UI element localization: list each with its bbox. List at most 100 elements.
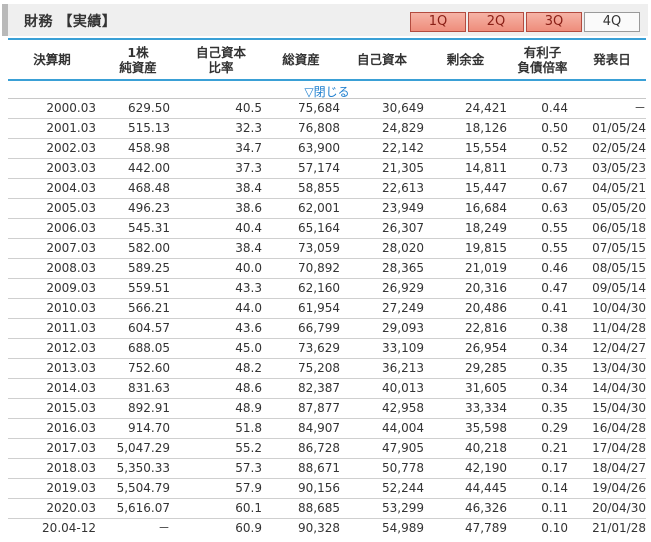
- header-fiscal-period: 決算期: [33, 52, 71, 67]
- cell-bps: 5,350.33: [116, 461, 170, 475]
- cell-retained-earnings: 42,190: [465, 461, 507, 475]
- cell-bps: 458.98: [128, 141, 170, 155]
- cell-bps: 5,504.79: [116, 481, 170, 495]
- cell-equity: 22,142: [382, 141, 424, 155]
- table-row: 2005.03 496.23 38.6 62,001 23,949 16,684 0.63 0…: [8, 199, 646, 219]
- cell-bps: 515.13: [128, 121, 170, 135]
- table-row: 2016.03 914.70 51.8 84,907 44,004 35,598 0.29 1…: [8, 419, 646, 439]
- cell-bps: 496.23: [128, 201, 170, 215]
- cell-bps: 914.70: [128, 421, 170, 435]
- cell-announce-date: 14/04/30: [592, 381, 646, 395]
- cell-equity-ratio: 55.2: [235, 441, 262, 455]
- cell-equity-ratio: 38.4: [235, 241, 262, 255]
- cell-fiscal-period: 2009.03: [46, 281, 96, 295]
- cell-fiscal-period: 2005.03: [46, 201, 96, 215]
- cell-debt-ratio: 0.67: [541, 181, 568, 195]
- cell-debt-ratio: 0.10: [541, 521, 568, 535]
- cell-debt-ratio: 0.41: [541, 301, 568, 315]
- cell-equity: 22,613: [382, 181, 424, 195]
- cell-announce-date: 17/04/28: [592, 441, 646, 455]
- table-row: 2018.03 5,350.33 57.3 88,671 50,778 42,190 0.1…: [8, 459, 646, 479]
- table-row: 2010.03 566.21 44.0 61,954 27,249 20,486 0.41 1…: [8, 299, 646, 319]
- header-equity: 自己資本: [356, 52, 407, 67]
- cell-announce-date: 18/04/27: [592, 461, 646, 475]
- cell-announce-date: 20/04/30: [592, 501, 646, 515]
- cell-equity-ratio: 43.6: [235, 321, 262, 335]
- cell-equity-ratio: 48.9: [235, 401, 262, 415]
- table-row: 2019.03 5,504.79 57.9 90,156 52,244 44,445 0.1…: [8, 479, 646, 499]
- cell-announce-date: 05/05/20: [592, 201, 646, 215]
- cell-fiscal-period: 2011.03: [46, 321, 96, 335]
- cell-total-assets: 87,877: [298, 401, 340, 415]
- cell-bps: 629.50: [128, 101, 170, 115]
- table-row: 20.04-12 － 60.9 90,328 54,989 47,789 0.10 21/01…: [8, 519, 646, 539]
- cell-equity-ratio: 37.3: [235, 161, 262, 175]
- cell-total-assets: 90,156: [298, 481, 340, 495]
- tab-2q[interactable]: 2Q: [468, 12, 524, 32]
- cell-fiscal-period: 2015.03: [46, 401, 96, 415]
- cell-bps: 566.21: [128, 301, 170, 315]
- financial-panel: 財務 【実績】 1Q 2Q 3Q 4Q 決算期 1株 純資産 自己資本 比率 総資産…: [0, 0, 651, 542]
- cell-retained-earnings: 20,486: [465, 301, 507, 315]
- cell-equity: 26,929: [382, 281, 424, 295]
- cell-announce-date: 06/05/18: [592, 221, 646, 235]
- cell-bps: 5,616.07: [116, 501, 170, 515]
- cell-bps: 604.57: [128, 321, 170, 335]
- cell-total-assets: 58,855: [298, 181, 340, 195]
- cell-fiscal-period: 2008.03: [46, 261, 96, 275]
- cell-equity: 47,905: [382, 441, 424, 455]
- table-row: 2017.03 5,047.29 55.2 86,728 47,905 40,218 0.2…: [8, 439, 646, 459]
- cell-equity: 33,109: [382, 341, 424, 355]
- cell-announce-date: －: [633, 101, 646, 115]
- cell-retained-earnings: 40,218: [465, 441, 507, 455]
- cell-announce-date: 04/05/21: [592, 181, 646, 195]
- cell-bps: 688.05: [128, 341, 170, 355]
- cell-announce-date: 13/04/30: [592, 361, 646, 375]
- cell-debt-ratio: 0.63: [541, 201, 568, 215]
- header-debt-ratio: 有利子 負債倍率: [517, 44, 568, 75]
- cell-equity-ratio: 51.8: [235, 421, 262, 435]
- cell-bps: 5,047.29: [116, 441, 170, 455]
- cell-announce-date: 19/04/26: [592, 481, 646, 495]
- cell-total-assets: 90,328: [298, 521, 340, 535]
- cell-retained-earnings: 18,126: [465, 121, 507, 135]
- cell-retained-earnings: 35,598: [465, 421, 507, 435]
- table-row: 2006.03 545.31 40.4 65,164 26,307 18,249 0.55 0…: [8, 219, 646, 239]
- cell-bps: 582.00: [128, 241, 170, 255]
- cell-fiscal-period: 2002.03: [46, 141, 96, 155]
- section-title-bar: 財務 【実績】 1Q 2Q 3Q 4Q: [2, 4, 648, 36]
- cell-equity: 54,989: [382, 521, 424, 535]
- table-row: 2004.03 468.48 38.4 58,855 22,613 15,447 0.67 0…: [8, 179, 646, 199]
- table-row: 2012.03 688.05 45.0 73,629 33,109 26,954 0.34 1…: [8, 339, 646, 359]
- cell-debt-ratio: 0.52: [541, 141, 568, 155]
- cell-fiscal-period: 2014.03: [46, 381, 96, 395]
- tab-3q[interactable]: 3Q: [526, 12, 582, 32]
- cell-equity-ratio: 60.1: [235, 501, 262, 515]
- cell-total-assets: 75,208: [298, 361, 340, 375]
- cell-total-assets: 66,799: [298, 321, 340, 335]
- header-bps: 1株 純資産: [119, 44, 157, 75]
- collapse-link[interactable]: ▽閉じる: [304, 85, 349, 99]
- cell-bps: 545.31: [128, 221, 170, 235]
- cell-retained-earnings: 33,334: [465, 401, 507, 415]
- cell-equity-ratio: 40.0: [235, 261, 262, 275]
- cell-fiscal-period: 2016.03: [46, 421, 96, 435]
- table-row: 2002.03 458.98 34.7 63,900 22,142 15,554 0.52 0…: [8, 139, 646, 159]
- cell-total-assets: 88,685: [298, 501, 340, 515]
- cell-retained-earnings: 31,605: [465, 381, 507, 395]
- cell-announce-date: 12/04/27: [592, 341, 646, 355]
- cell-total-assets: 84,907: [298, 421, 340, 435]
- cell-retained-earnings: 14,811: [465, 161, 507, 175]
- cell-total-assets: 65,164: [298, 221, 340, 235]
- cell-total-assets: 62,160: [298, 281, 340, 295]
- tab-4q[interactable]: 4Q: [584, 12, 640, 32]
- cell-equity: 28,020: [382, 241, 424, 255]
- cell-equity: 36,213: [382, 361, 424, 375]
- cell-debt-ratio: 0.38: [541, 321, 568, 335]
- cell-fiscal-period: 2013.03: [46, 361, 96, 375]
- cell-fiscal-period: 2007.03: [46, 241, 96, 255]
- cell-equity: 44,004: [382, 421, 424, 435]
- tab-1q[interactable]: 1Q: [410, 12, 466, 32]
- cell-debt-ratio: 0.44: [541, 101, 568, 115]
- cell-retained-earnings: 21,019: [465, 261, 507, 275]
